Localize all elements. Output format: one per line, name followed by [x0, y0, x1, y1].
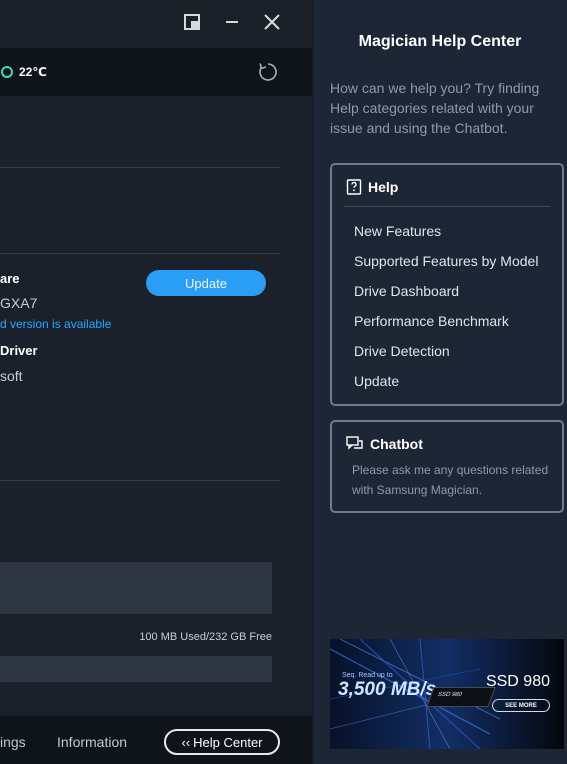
- minimize-window-button[interactable]: [220, 10, 244, 34]
- chevrons-left-icon: ‹‹: [181, 734, 191, 750]
- chat-bubbles-icon: [346, 436, 363, 450]
- storage-panel: [0, 562, 272, 614]
- section-divider: [0, 480, 280, 481]
- question-book-icon: [346, 179, 362, 195]
- ssd-980-promo-banner[interactable]: Seq. Read up to 3,500 MB/s SSD 980 SSD 9…: [330, 639, 564, 749]
- restore-window-button[interactable]: [180, 10, 204, 34]
- section-divider: [0, 253, 280, 254]
- help-item-new-features[interactable]: New Features: [354, 223, 441, 239]
- chatbot-card[interactable]: Chatbot Please ask me any questions rela…: [330, 420, 564, 513]
- storage-usage-bar: [0, 656, 272, 682]
- refresh-icon: [259, 63, 277, 81]
- firmware-version: GXA7: [0, 295, 38, 311]
- help-center-toggle-label: Help Center: [193, 734, 263, 750]
- chatbot-description: Please ask me any questions related with…: [352, 463, 549, 497]
- ssd-product-label: SSD 980: [436, 692, 463, 698]
- banner-model-name: SSD 980: [485, 673, 550, 690]
- chatbot-card-title: Chatbot: [370, 436, 423, 452]
- close-window-button[interactable]: [260, 10, 284, 34]
- help-categories-card: Help New Features Supported Features by …: [330, 163, 564, 406]
- section-divider: [0, 167, 280, 168]
- help-center-panel: Magician Help Center How can we help you…: [313, 0, 567, 764]
- help-card-header: Help: [346, 179, 398, 195]
- settings-link[interactable]: ings: [0, 734, 26, 750]
- firmware-update-button[interactable]: Update: [146, 270, 266, 296]
- chatbot-card-header: Chatbot: [346, 436, 423, 452]
- banner-speed-caption: Seq. Read up to: [342, 672, 393, 679]
- restore-icon: [184, 14, 200, 30]
- firmware-title: are: [0, 271, 20, 286]
- help-item-drive-dashboard[interactable]: Drive Dashboard: [354, 283, 459, 299]
- refresh-button[interactable]: [257, 61, 279, 83]
- help-item-update[interactable]: Update: [354, 373, 399, 389]
- help-item-supported-features[interactable]: Supported Features by Model: [354, 253, 538, 269]
- magician-main-window: 22℃ are GXA7 d version is available Upda…: [0, 0, 312, 764]
- driver-vendor: soft: [0, 368, 23, 384]
- banner-see-more-button[interactable]: SEE MORE: [492, 699, 550, 712]
- help-center-intro: How can we help you? Try finding Help ca…: [330, 80, 540, 136]
- minimize-icon: [226, 21, 238, 23]
- storage-usage-text: 100 MB Used/232 GB Free: [139, 631, 272, 643]
- driver-title: Driver: [0, 343, 38, 358]
- temperature-readout: 22℃: [19, 65, 47, 79]
- help-item-performance-benchmark[interactable]: Performance Benchmark: [354, 313, 509, 329]
- temperature-indicator-icon: [1, 66, 13, 78]
- help-center-title: Magician Help Center: [358, 33, 522, 50]
- close-icon: [264, 14, 280, 30]
- firmware-update-notice: d version is available: [0, 317, 112, 331]
- help-card-divider: [344, 206, 550, 207]
- help-item-drive-detection[interactable]: Drive Detection: [354, 343, 450, 359]
- banner-speed: 3,500 MB/s: [338, 679, 437, 700]
- information-link[interactable]: Information: [57, 734, 127, 750]
- help-center-toggle-button[interactable]: ‹‹ Help Center: [164, 729, 280, 755]
- help-card-title: Help: [368, 179, 399, 195]
